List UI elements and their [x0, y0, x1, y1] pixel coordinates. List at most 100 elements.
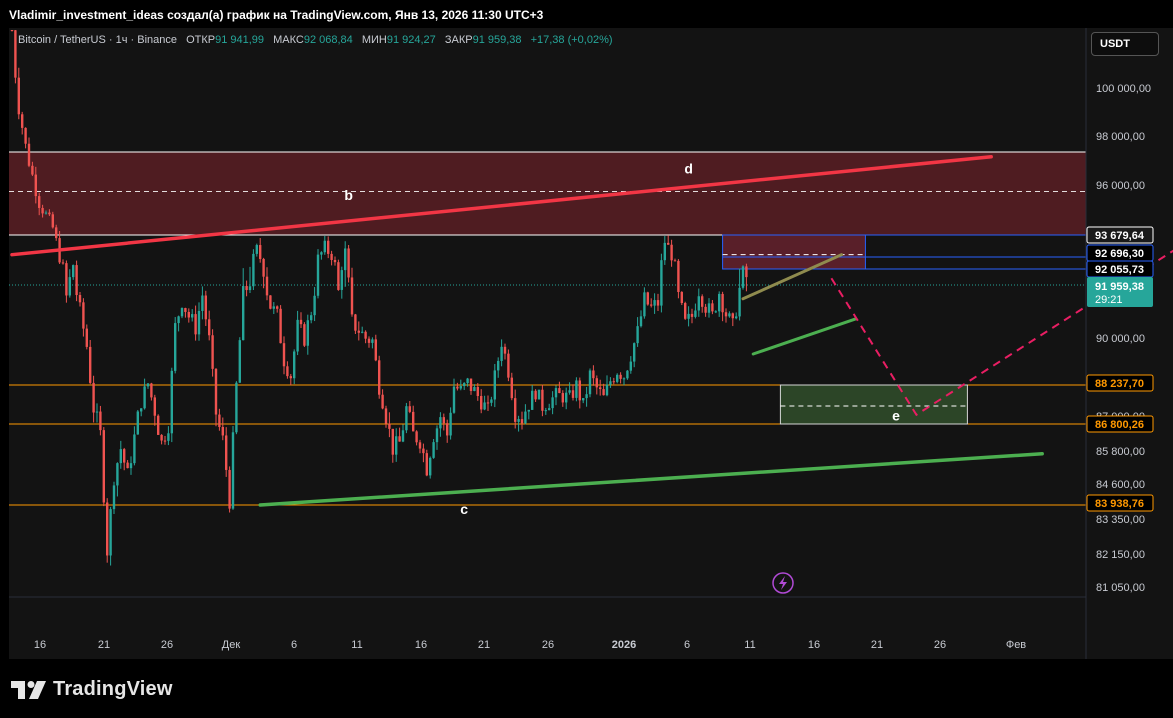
price-chart[interactable]: b c d e 100 000,00 98 000,00 96 000,00 90 000,… [0, 0, 1173, 659]
alert-lightning-icon [772, 572, 794, 594]
lightning-icon-bolt [779, 576, 787, 590]
candle-body [245, 286, 248, 291]
candle-body [558, 388, 561, 394]
candle-body [395, 436, 398, 455]
price-label: 92 696,30 [1086, 244, 1154, 262]
candle-body [68, 277, 71, 296]
candle-body [214, 368, 218, 415]
y-tick-label: 90 000,00 [1096, 333, 1145, 345]
candle-body [429, 457, 432, 476]
candle-body [578, 380, 581, 401]
wedge-lower-line [751, 317, 857, 356]
candle-body [609, 381, 612, 385]
candle-body [75, 265, 78, 296]
candle-body [167, 433, 170, 441]
x-tick-label: 16 [808, 639, 820, 651]
candle-body [133, 434, 136, 464]
candle-body [619, 374, 622, 379]
candle-body [697, 296, 700, 311]
x-tick-label: 21 [871, 639, 883, 651]
candle-body [452, 386, 456, 413]
candle-body [364, 331, 367, 339]
candle-body [629, 361, 632, 371]
zones-layer [9, 151, 1086, 506]
candle-body [299, 319, 303, 325]
currency-button[interactable]: USDT [1091, 32, 1159, 56]
y-tick-label: 85 800,00 [1096, 446, 1145, 458]
candle-body [724, 312, 728, 317]
candle-body [265, 276, 269, 296]
candle-body [14, 30, 17, 78]
wave-label-b: b [344, 187, 353, 203]
candle-body [466, 378, 469, 384]
candle-body [55, 227, 58, 239]
candle-body [354, 314, 357, 331]
y-tick-label: 82 150,00 [1096, 549, 1145, 561]
candle-body [153, 397, 156, 416]
y-tick-label: 83 350,00 [1096, 514, 1145, 526]
candle-body [388, 423, 391, 429]
candle-body [126, 462, 129, 469]
candle-body [61, 262, 65, 264]
candle-body [422, 448, 425, 454]
price-label-text: 92 696,30 [1095, 248, 1144, 260]
wave-label-d: d [684, 161, 693, 177]
candle-body [446, 423, 449, 436]
y-tick-label: 96 000,00 [1096, 180, 1145, 192]
y-tick-label: 100 000,00 [1096, 83, 1151, 95]
candle-body [170, 370, 173, 434]
candle-body [745, 266, 748, 278]
candle-body [510, 377, 513, 399]
candle-body [150, 383, 153, 398]
candle-body [537, 389, 541, 400]
candle-body [146, 383, 150, 387]
symbol-legend: Bitcoin / TetherUS · 1ч · Binance ОТКР91… [18, 34, 613, 46]
candle-body [463, 383, 466, 387]
candle-body [449, 412, 452, 436]
candle-body [486, 402, 490, 404]
candle-body [439, 417, 442, 429]
candle-body [157, 415, 160, 435]
candle-body [435, 428, 439, 443]
candle-body [690, 313, 694, 317]
x-tick-label: Дек [222, 639, 241, 651]
candle-body [507, 353, 510, 378]
axes-layer: 100 000,0098 000,0096 000,0090 000,0087 … [9, 28, 1154, 659]
candle-body [140, 408, 143, 412]
candle-body [707, 303, 711, 313]
candle-body [527, 409, 530, 412]
candle-body [711, 303, 714, 312]
candle-body [656, 300, 660, 306]
candle-body [242, 286, 245, 341]
candle-body [228, 469, 231, 509]
candle-body [415, 431, 418, 443]
candle-body [374, 339, 377, 361]
x-tick-label: 16 [34, 639, 46, 651]
candle-body [694, 310, 697, 317]
price-label: 86 800,26 [1086, 415, 1154, 433]
candle-body [116, 463, 119, 486]
candle-body [599, 387, 602, 390]
candle-body [718, 293, 721, 312]
x-tick-label: 21 [478, 639, 490, 651]
candle-body [469, 378, 473, 391]
candle-body [187, 311, 190, 318]
candle-body [160, 434, 163, 441]
candle-body [687, 313, 690, 319]
x-tick-label: 11 [351, 639, 362, 651]
candle-body [432, 442, 435, 458]
candle-body [129, 463, 133, 469]
price-label-text: 86 800,26 [1095, 419, 1144, 431]
candle-body [728, 313, 731, 317]
candle-body [534, 390, 537, 400]
candle-body [571, 390, 575, 398]
candle-body [109, 509, 112, 556]
candle-body [561, 393, 564, 403]
tradingview-logo[interactable]: TradingView [11, 678, 173, 701]
candle-body [412, 411, 415, 432]
x-tick-label: 26 [161, 639, 173, 651]
candle-body [340, 270, 343, 290]
price-label: 83 938,76 [1086, 494, 1154, 512]
candle-body [680, 292, 683, 304]
candle-body [425, 453, 428, 476]
